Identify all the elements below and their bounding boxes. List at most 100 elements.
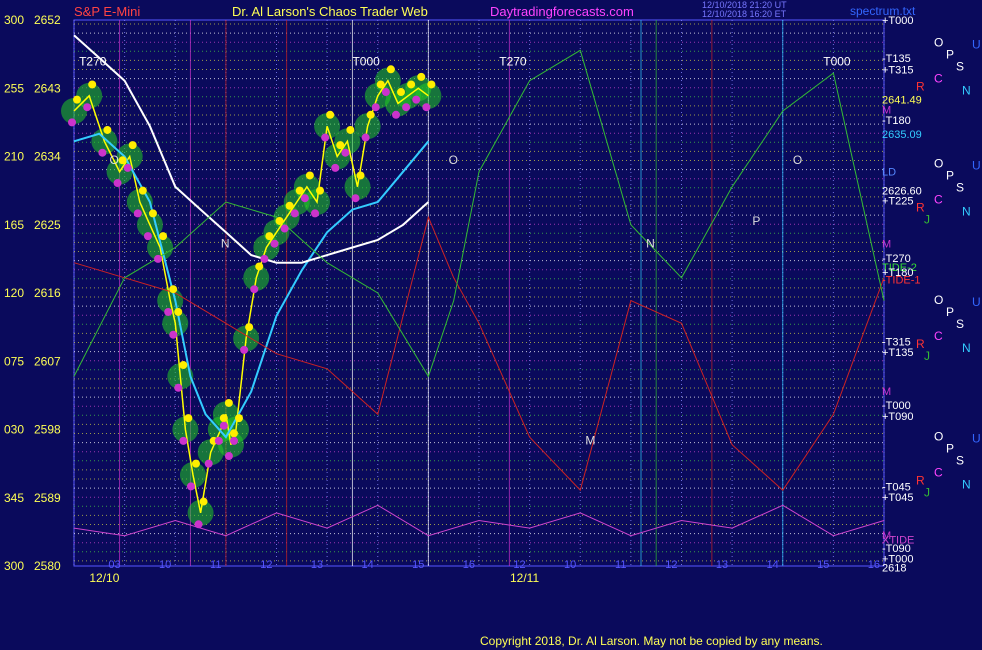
angle-label: 030	[4, 423, 24, 437]
high-bubble	[397, 88, 405, 97]
price-label: 2616	[34, 286, 61, 300]
annotation: P	[752, 214, 760, 228]
planet-P: P	[946, 442, 954, 456]
angle-label: 120	[4, 286, 24, 300]
hour-label: 16	[463, 559, 475, 571]
hour-label: 11	[210, 559, 221, 571]
high-bubble	[386, 65, 395, 74]
high-bubble	[407, 80, 416, 89]
low-bubble	[179, 436, 188, 445]
planet-N: N	[962, 83, 971, 97]
planet-J: J	[924, 349, 930, 363]
planet-O: O	[934, 430, 943, 444]
high-bubble	[159, 232, 168, 241]
planet-U: U	[972, 432, 981, 446]
hour-label: 12	[513, 559, 525, 571]
high-bubble	[336, 141, 345, 150]
annotation: M	[585, 434, 595, 448]
planet-P: P	[946, 47, 954, 61]
high-bubble	[229, 429, 238, 438]
annotation: T000	[823, 55, 851, 69]
price-label: 2607	[34, 354, 61, 368]
right-label: LD	[882, 167, 896, 179]
high-bubble	[179, 361, 188, 370]
low-bubble	[331, 163, 340, 172]
planet-C: C	[934, 466, 943, 480]
low-bubble	[194, 520, 203, 529]
low-bubble	[250, 285, 259, 294]
high-bubble	[285, 201, 294, 210]
right-label: +T000	[882, 15, 914, 27]
high-bubble	[191, 459, 200, 468]
low-bubble	[402, 103, 411, 112]
price-label: 2634	[34, 150, 61, 164]
low-bubble	[341, 148, 350, 157]
right-label: -T180	[882, 115, 911, 127]
high-bubble	[235, 414, 243, 423]
annotation: N	[646, 237, 655, 251]
price-label: 2652	[34, 13, 61, 27]
angle-label: 300	[4, 559, 24, 573]
planet-O: O	[934, 293, 943, 307]
annotation: N	[221, 237, 230, 251]
low-bubble	[381, 88, 390, 97]
low-bubble	[321, 133, 330, 142]
high-bubble	[326, 110, 335, 119]
copyright: Copyright 2018, Dr. Al Larson. May not b…	[480, 634, 823, 648]
low-bubble	[204, 459, 213, 468]
low-bubble	[371, 103, 380, 112]
planet-S: S	[956, 181, 964, 195]
low-bubble	[98, 148, 107, 157]
low-bubble	[174, 383, 183, 392]
annotation: T000	[352, 55, 380, 69]
annotation: T270	[79, 55, 107, 69]
planet-S: S	[956, 454, 964, 468]
planet-S: S	[956, 59, 964, 73]
low-bubble	[83, 103, 92, 112]
angle-label: 165	[4, 218, 24, 232]
hour-label: 11	[615, 559, 626, 571]
low-bubble	[240, 345, 249, 354]
price-label: 2625	[34, 218, 61, 232]
low-bubble	[143, 232, 152, 241]
low-bubble	[270, 239, 279, 248]
planet-N: N	[962, 478, 971, 492]
low-bubble	[290, 209, 299, 218]
high-bubble	[88, 80, 97, 89]
price-label: 2598	[34, 423, 61, 437]
hour-label: 03	[108, 559, 120, 571]
planet-J: J	[924, 213, 930, 227]
high-bubble	[427, 80, 436, 89]
planet-O: O	[934, 35, 943, 49]
high-bubble	[224, 398, 233, 407]
low-bubble	[186, 482, 195, 491]
planet-P: P	[946, 305, 954, 319]
high-bubble	[199, 497, 208, 506]
hour-label: 15	[412, 559, 424, 571]
low-bubble	[300, 194, 309, 203]
low-bubble	[169, 330, 178, 339]
annotation: T270	[499, 55, 527, 69]
low-bubble	[219, 421, 228, 430]
angle-label: 255	[4, 81, 24, 95]
right-label: M	[882, 239, 891, 251]
high-bubble	[376, 80, 385, 89]
high-bubble	[366, 110, 375, 119]
low-bubble	[260, 254, 269, 263]
high-bubble	[295, 186, 304, 195]
low-bubble	[280, 224, 289, 233]
planet-C: C	[934, 329, 943, 343]
chaos-chart: 300 255 210 165 120 075 030 345 300 2652 2643 2634 2…	[4, 13, 981, 585]
high-bubble	[245, 323, 254, 332]
high-bubble	[148, 209, 157, 218]
planet-U: U	[972, 37, 981, 51]
angle-label: 075	[4, 354, 24, 368]
hour-label: 10	[159, 559, 171, 571]
low-bubble	[214, 436, 223, 445]
low-bubble	[351, 194, 360, 203]
high-bubble	[128, 141, 137, 150]
planet-R: R	[916, 79, 925, 93]
right-label: +T135	[882, 347, 914, 359]
low-bubble	[68, 118, 76, 127]
planet-N: N	[962, 341, 971, 355]
